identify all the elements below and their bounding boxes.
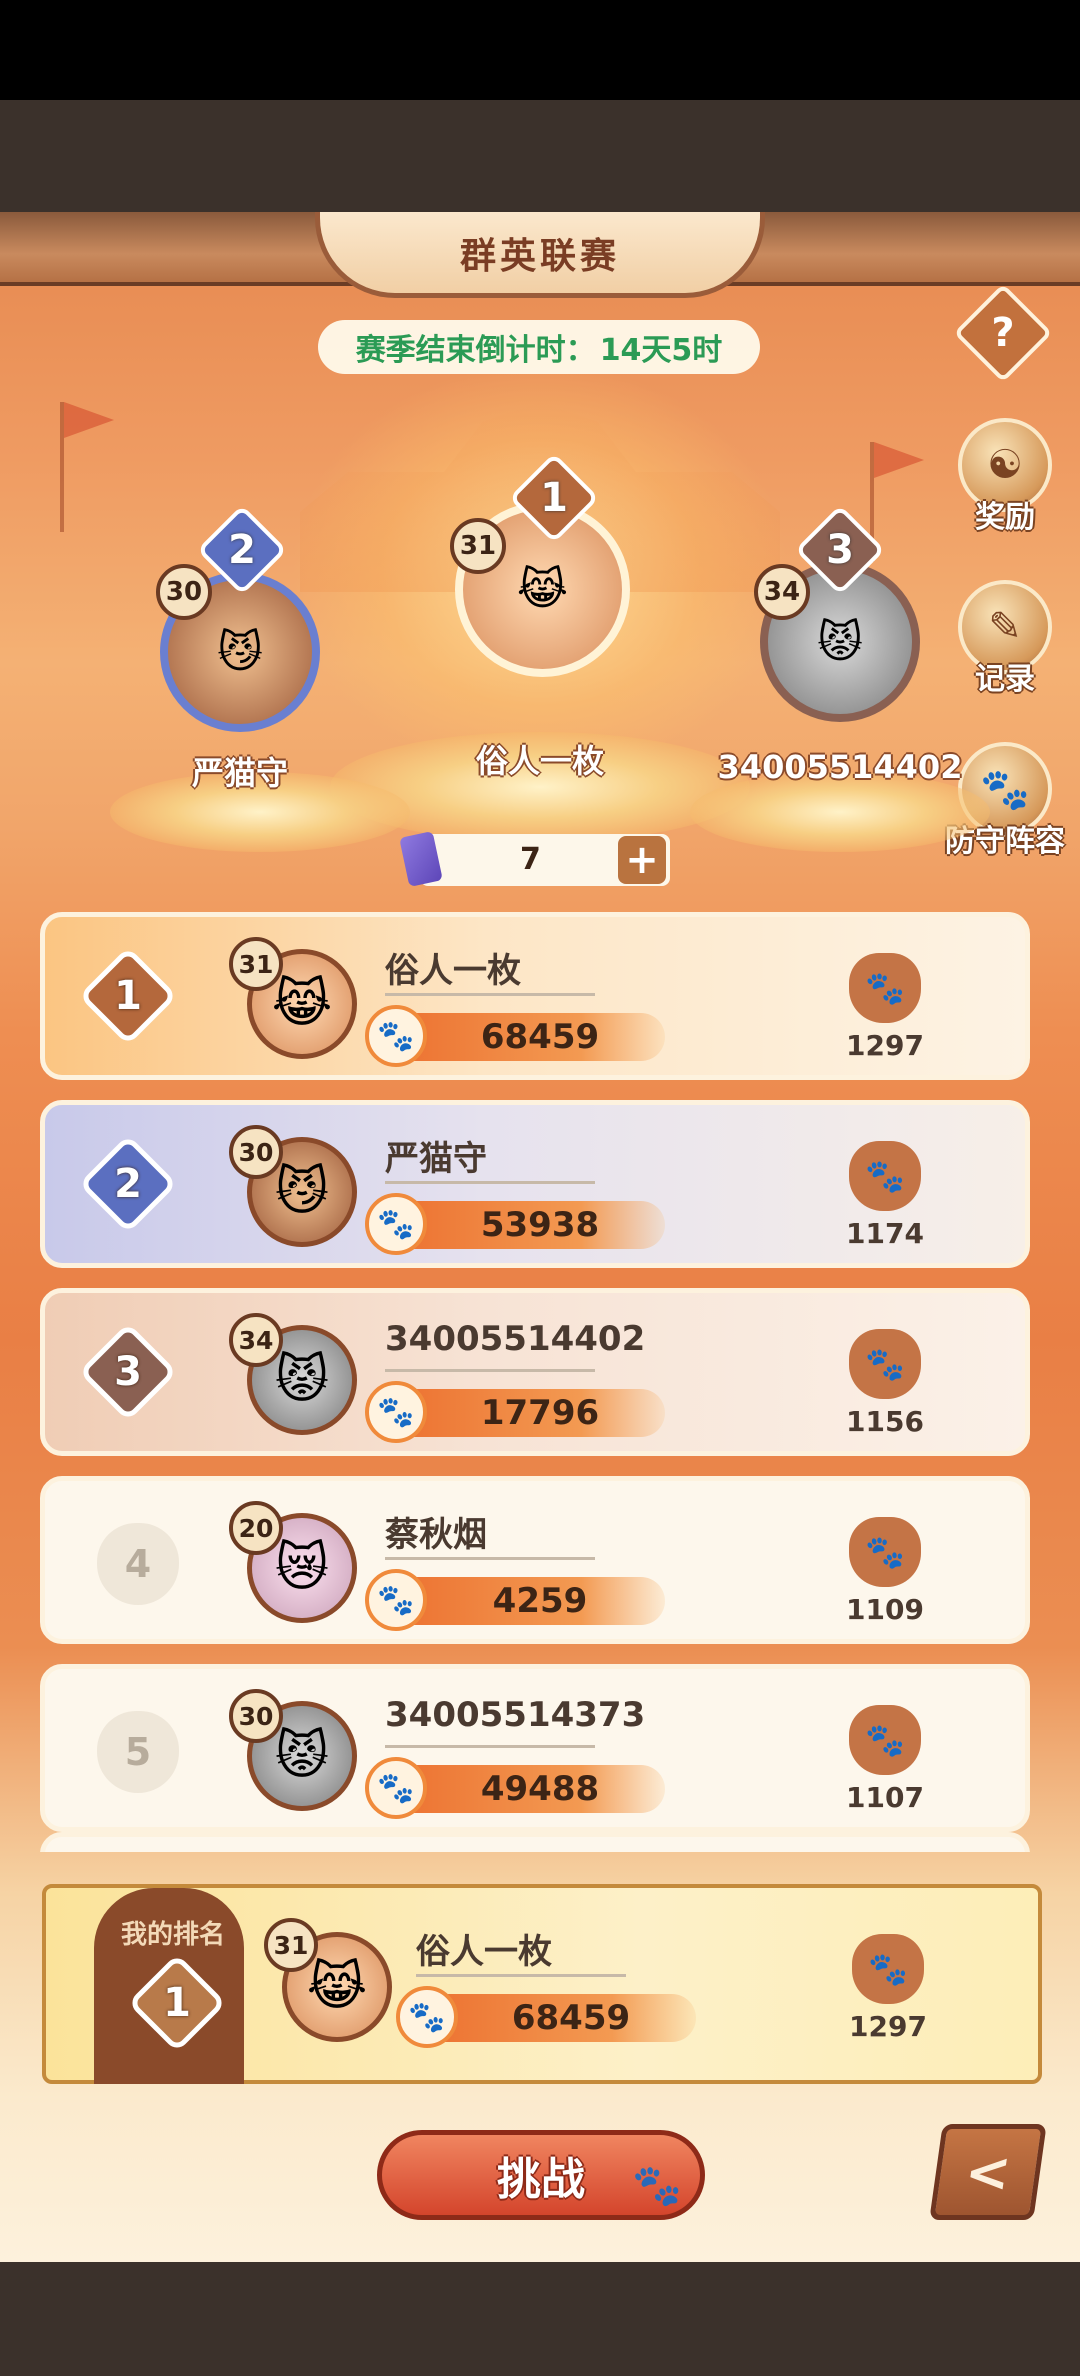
podium-second-name: 严猫守 [191, 754, 288, 792]
player-name: 34005514373 [385, 1695, 646, 1735]
ranking-row-peek [40, 1832, 1030, 1852]
countdown-value: 14天5时 [599, 333, 723, 368]
my-score: 68459 [511, 1998, 631, 2038]
status-bar [0, 0, 1080, 100]
paw-icon: 🐾 [365, 1381, 427, 1443]
player-score: 17796 [480, 1393, 600, 1433]
league-screen: 群英联赛 赛季结束倒计时： 14天5时 ? ☯ 奖励 ✎ 记录 🐾 防守阵容 😹… [0, 212, 1080, 2262]
row-rank: 1 [114, 973, 142, 1019]
challenge-ticket-bar: 7 + [399, 831, 670, 887]
my-rank-panel[interactable]: 我的排名 1 😹 31 俗人一枚 🐾 68459 🐾 1297 [42, 1884, 1042, 2084]
row-rank: 4 [97, 1523, 179, 1605]
defense-value: 1109 [846, 1593, 924, 1626]
paw-icon: 🐾 [365, 1569, 427, 1631]
player-name: 蔡秋烟 [385, 1515, 487, 1555]
podium-third-level: 34 [754, 564, 810, 620]
divider [385, 1369, 595, 1372]
player-level: 30 [229, 1125, 283, 1179]
paw-icon: 🐾 [632, 2163, 682, 2209]
my-level: 31 [264, 1918, 318, 1972]
player-name: 俗人一枚 [385, 951, 521, 991]
defense-paw-icon: 🐾 [852, 1934, 924, 2004]
row-rank: 3 [114, 1349, 142, 1395]
defense-paw-icon: 🐾 [849, 1329, 921, 1399]
divider [416, 1974, 626, 1977]
divider [385, 1557, 595, 1560]
my-defense-value: 1297 [849, 2010, 927, 2043]
player-score: 4259 [492, 1581, 588, 1621]
player-score: 53938 [480, 1205, 600, 1245]
defense-paw-icon: 🐾 [849, 1141, 921, 1211]
player-name: 34005514402 [385, 1319, 646, 1359]
ranking-row-3[interactable]: 3 😾 34 34005514402 🐾 17796 🐾 1156 [40, 1288, 1030, 1456]
defense-value: 1174 [846, 1217, 924, 1250]
row-rank: 2 [114, 1161, 142, 1207]
divider [385, 993, 595, 996]
page-title: 群英联赛 [459, 235, 620, 277]
add-ticket-button[interactable]: + [618, 836, 666, 884]
defense-paw-icon: 🐾 [849, 953, 921, 1023]
player-level: 34 [229, 1313, 283, 1367]
defense-value: 1107 [846, 1781, 924, 1814]
ranking-row-1[interactable]: 1 😹 31 俗人一枚 🐾 68459 🐾 1297 [40, 912, 1030, 1080]
ranking-row-4[interactable]: 4 😿 20 蔡秋烟 🐾 4259 🐾 1109 [40, 1476, 1030, 1644]
player-score: 68459 [480, 1017, 600, 1057]
top-band [0, 100, 1080, 212]
divider [385, 1181, 595, 1184]
ranking-row-5[interactable]: 5 😾 30 34005514373 🐾 49488 🐾 1107 [40, 1664, 1030, 1832]
flag [64, 402, 114, 438]
ticket-icon [399, 831, 443, 887]
reward-button[interactable]: ☯ 奖励 [950, 418, 1060, 558]
countdown-label: 赛季结束倒计时： [355, 333, 596, 368]
player-level: 31 [229, 937, 283, 991]
bottom-band [0, 2262, 1080, 2376]
ticket-count: 7 [520, 842, 541, 877]
player-level: 20 [229, 1501, 283, 1555]
title-plate: 群英联赛 [315, 212, 765, 298]
my-rank-label: 我的排名 [120, 1920, 225, 1950]
ranking-row-2[interactable]: 2 😼 30 严猫守 🐾 53938 🐾 1174 [40, 1100, 1030, 1268]
podium-third-name: 34005514402 [717, 748, 963, 786]
podium-first-name: 俗人一枚 [475, 742, 604, 780]
paw-icon: 🐾 [365, 1193, 427, 1255]
row-rank: 5 [97, 1711, 179, 1793]
podium-second-level: 30 [156, 564, 212, 620]
defense-paw-icon: 🐾 [849, 1517, 921, 1587]
divider [385, 1745, 595, 1748]
paw-icon: 🐾 [365, 1757, 427, 1819]
podium-first-rank: 1 [540, 475, 568, 521]
record-label: 记录 [975, 662, 1035, 697]
flag [874, 442, 924, 478]
podium-third-rank: 3 [826, 527, 854, 573]
my-name: 俗人一枚 [416, 1932, 552, 1972]
player-score: 49488 [480, 1769, 600, 1809]
defense-value: 1297 [846, 1029, 924, 1062]
paw-icon: 🐾 [365, 1005, 427, 1067]
ranking-list[interactable]: 1 😹 31 俗人一枚 🐾 68459 🐾 1297 2 😼 30 严猫守 🐾 … [40, 912, 1030, 1852]
question-icon[interactable]: ? [968, 298, 1038, 368]
player-name: 严猫守 [385, 1139, 487, 1179]
podium-second-rank: 2 [228, 527, 256, 573]
season-countdown: 赛季结束倒计时： 14天5时 [318, 320, 760, 374]
defense-paw-icon: 🐾 [849, 1705, 921, 1775]
defense-value: 1156 [846, 1405, 924, 1438]
back-button[interactable]: < [929, 2124, 1047, 2220]
paw-icon: 🐾 [396, 1986, 458, 2048]
podium-first-level: 31 [450, 518, 506, 574]
record-button[interactable]: ✎ 记录 [950, 580, 1060, 720]
my-rank-number: 1 [163, 1980, 191, 2026]
reward-label: 奖励 [975, 500, 1035, 535]
player-level: 30 [229, 1689, 283, 1743]
